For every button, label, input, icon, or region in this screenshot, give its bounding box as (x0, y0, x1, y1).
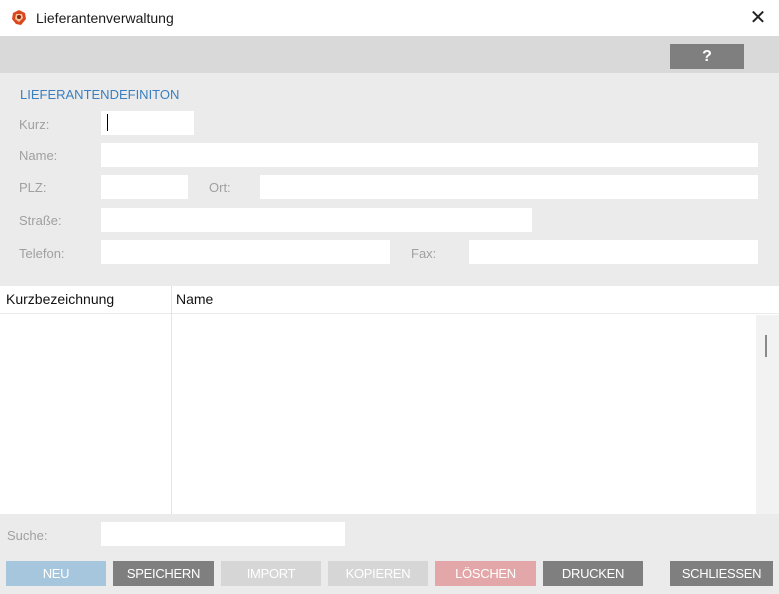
column-header-name[interactable]: Name (176, 291, 213, 307)
kurz-field[interactable] (101, 111, 194, 135)
import-button[interactable]: IMPORT (221, 561, 321, 586)
ort-field[interactable] (260, 175, 758, 199)
help-button[interactable]: ? (670, 44, 744, 69)
plz-field[interactable] (101, 175, 188, 199)
close-button[interactable]: SCHLIESSEN (670, 561, 773, 586)
name-field[interactable] (101, 143, 758, 167)
text-caret (107, 114, 108, 131)
title-bar: Lieferantenverwaltung ✕ (0, 0, 779, 36)
plz-label: PLZ: (19, 180, 47, 195)
scrollbar-thumb[interactable] (765, 335, 767, 357)
section-title: LIEFERANTENDEFINITON (20, 87, 180, 102)
name-label: Name: (19, 148, 58, 163)
fax-field[interactable] (469, 240, 758, 264)
print-button[interactable]: DRUCKEN (543, 561, 643, 586)
telefon-label: Telefon: (19, 246, 65, 261)
window-title: Lieferantenverwaltung (36, 10, 174, 26)
toolbar (0, 36, 779, 73)
supplier-app-icon (12, 10, 26, 25)
fax-label: Fax: (411, 246, 437, 261)
copy-button[interactable]: KOPIEREN (328, 561, 428, 586)
telefon-field[interactable] (101, 240, 390, 264)
grid-header (0, 286, 779, 314)
vertical-scrollbar[interactable] (756, 315, 779, 514)
strasse-label: Straße: (19, 213, 62, 228)
save-button[interactable]: SPEICHERN (113, 561, 214, 586)
close-window-icon[interactable]: ✕ (740, 2, 776, 34)
ort-label: Ort: (209, 180, 231, 195)
column-header-kurzbezeichnung[interactable]: Kurzbezeichnung (6, 291, 114, 307)
delete-button[interactable]: LÖSCHEN (435, 561, 536, 586)
supplier-table[interactable] (0, 315, 756, 514)
column-divider (171, 286, 172, 514)
strasse-field[interactable] (101, 208, 532, 232)
search-input[interactable] (101, 522, 345, 546)
search-label: Suche: (7, 528, 48, 543)
kurz-label: Kurz: (19, 117, 50, 132)
new-button[interactable]: NEU (6, 561, 106, 586)
